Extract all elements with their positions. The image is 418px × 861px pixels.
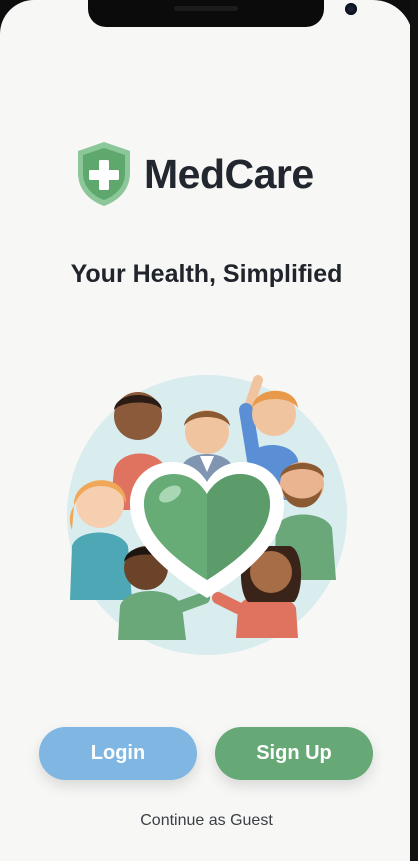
- app-logo: MedCare: [74, 140, 314, 208]
- login-button[interactable]: Login: [39, 727, 197, 780]
- heart-community-illustration: [67, 375, 347, 655]
- device-notch: [88, 0, 357, 27]
- shield-cross-icon: [78, 142, 130, 206]
- phone-screen: MedCare Your Health, Simplified Login Si…: [0, 0, 413, 861]
- speaker-grille: [174, 6, 238, 11]
- signup-button[interactable]: Sign Up: [215, 727, 373, 780]
- front-camera: [345, 3, 357, 15]
- app-name: MedCare: [144, 150, 314, 197]
- tagline: Your Health, Simplified: [70, 260, 343, 288]
- device-frame-edge: [410, 0, 418, 861]
- continue-as-guest-link[interactable]: Continue as Guest: [0, 812, 413, 830]
- person-figure: [69, 480, 132, 600]
